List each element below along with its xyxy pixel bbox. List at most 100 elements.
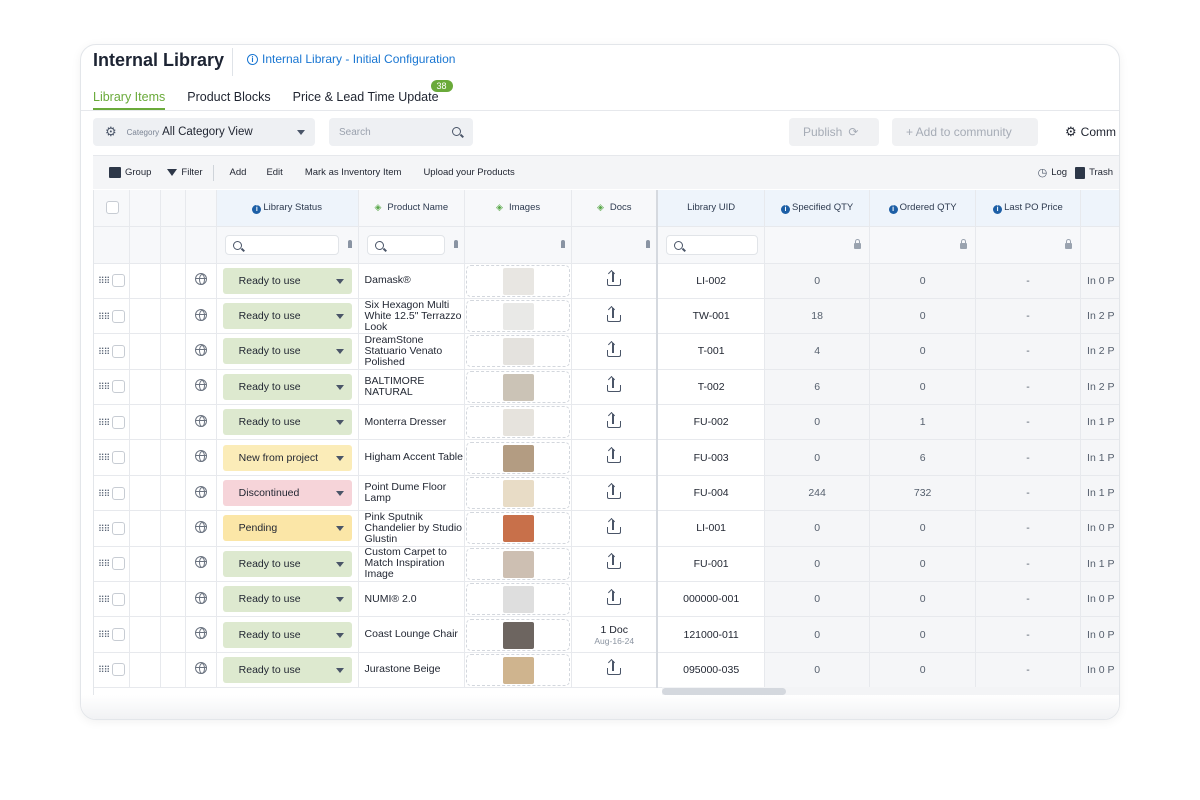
- product-thumbnail[interactable]: [503, 267, 535, 295]
- column-header-last-po-price[interactable]: i Last PO Price: [975, 190, 1082, 227]
- table-row[interactable]: ⠿⠿ Ready to use Coast Lounge Chair 1 Doc Au…: [94, 616, 1119, 653]
- table-row[interactable]: ⠿⠿ Discontinued Point Dume Floor Lamp FU-0…: [94, 475, 1119, 512]
- table-row[interactable]: ⠿⠿ New from project Higham Accent Table FU…: [94, 439, 1119, 476]
- globe-icon[interactable]: [194, 591, 207, 604]
- product-name[interactable]: Custom Carpet to Match Inspiration Image: [359, 547, 464, 580]
- drag-handle-icon[interactable]: ⠿⠿: [98, 665, 110, 675]
- globe-icon[interactable]: [194, 662, 207, 675]
- image-dropzone[interactable]: [466, 512, 571, 545]
- column-header-library-uid[interactable]: Library UID: [657, 190, 765, 227]
- product-name[interactable]: Monterra Dresser: [359, 416, 464, 428]
- doc-count[interactable]: 1 Doc: [572, 624, 655, 636]
- image-dropzone[interactable]: [466, 547, 571, 580]
- config-link[interactable]: i Internal Library - Initial Configurati…: [247, 52, 455, 66]
- pin-icon[interactable]: [347, 239, 352, 248]
- table-row[interactable]: ⠿⠿ Ready to use Monterra Dresser FU-002 0 1 -…: [94, 404, 1119, 441]
- image-dropzone[interactable]: [466, 335, 571, 368]
- status-filter-input[interactable]: [224, 234, 339, 255]
- row-checkbox[interactable]: [112, 521, 126, 535]
- product-name[interactable]: Pink Sputnik Chandelier by Studio Glusti…: [359, 511, 464, 545]
- status-dropdown[interactable]: New from project: [222, 444, 352, 471]
- row-checkbox[interactable]: [112, 486, 126, 500]
- image-dropzone[interactable]: [466, 370, 571, 403]
- product-thumbnail[interactable]: [503, 338, 535, 366]
- column-header-specified-qty[interactable]: i Specified QTY: [764, 190, 871, 227]
- trash-button[interactable]: Trash: [1075, 166, 1113, 179]
- status-dropdown[interactable]: Ready to use: [222, 656, 352, 683]
- image-dropzone[interactable]: [466, 406, 571, 439]
- upload-icon[interactable]: [607, 659, 622, 676]
- table-row[interactable]: ⠿⠿ Ready to use Damask® LI-002 0 0 - In 0 P: [94, 263, 1119, 299]
- drag-handle-icon[interactable]: ⠿⠿: [98, 417, 110, 427]
- globe-icon[interactable]: [194, 414, 207, 427]
- row-checkbox[interactable]: [112, 663, 126, 677]
- drag-handle-icon[interactable]: ⠿⠿: [98, 275, 110, 285]
- drag-handle-icon[interactable]: ⠿⠿: [98, 311, 110, 321]
- image-dropzone[interactable]: [466, 653, 571, 686]
- name-filter-input[interactable]: [366, 234, 445, 255]
- product-thumbnail[interactable]: [503, 656, 535, 684]
- horizontal-scrollbar[interactable]: [662, 688, 786, 695]
- product-thumbnail[interactable]: [503, 515, 535, 543]
- upload-icon[interactable]: [607, 553, 622, 570]
- column-header-library-status[interactable]: i Library Status: [216, 190, 359, 227]
- drag-handle-icon[interactable]: ⠿⠿: [98, 523, 110, 533]
- globe-icon[interactable]: [194, 450, 207, 463]
- status-dropdown[interactable]: Pending: [222, 515, 352, 542]
- row-checkbox[interactable]: [112, 274, 126, 288]
- product-thumbnail[interactable]: [503, 586, 535, 614]
- product-name[interactable]: Damask®: [359, 275, 464, 286]
- drag-handle-icon[interactable]: ⠿⠿: [98, 629, 110, 639]
- globe-icon[interactable]: [194, 343, 207, 356]
- image-dropzone[interactable]: [466, 264, 571, 297]
- product-name[interactable]: Higham Accent Table: [359, 452, 464, 463]
- table-row[interactable]: ⠿⠿ Ready to use Custom Carpet to Match In…: [94, 546, 1119, 583]
- row-checkbox[interactable]: [112, 309, 126, 323]
- drag-handle-icon[interactable]: ⠿⠿: [98, 452, 110, 462]
- log-button[interactable]: ◷ Log: [1038, 166, 1067, 179]
- status-dropdown[interactable]: Ready to use: [222, 621, 352, 648]
- upload-icon[interactable]: [607, 517, 622, 534]
- edit-button[interactable]: Edit: [266, 167, 282, 178]
- product-thumbnail[interactable]: [503, 373, 535, 401]
- drag-handle-icon[interactable]: ⠿⠿: [98, 488, 110, 498]
- table-row[interactable]: ⠿⠿ Ready to use BALTIMORE NATURAL T-002 6 0 -…: [94, 369, 1119, 406]
- status-dropdown[interactable]: Ready to use: [222, 303, 352, 330]
- product-name[interactable]: Jurastone Beige: [359, 664, 464, 675]
- globe-icon[interactable]: [194, 485, 207, 498]
- column-header-product-name[interactable]: ◈ Product Name: [358, 190, 466, 227]
- status-dropdown[interactable]: Ready to use: [222, 267, 352, 294]
- image-dropzone[interactable]: [466, 477, 571, 510]
- drag-handle-icon[interactable]: ⠿⠿: [98, 346, 110, 356]
- upload-icon[interactable]: [607, 270, 622, 287]
- community-button[interactable]: ⚙ Comm: [1065, 118, 1116, 146]
- table-row[interactable]: ⠿⠿ Pending Pink Sputnik Chandelier by Stu…: [94, 510, 1119, 547]
- upload-icon[interactable]: [607, 447, 622, 464]
- upload-icon[interactable]: [607, 588, 622, 605]
- product-thumbnail[interactable]: [503, 621, 535, 649]
- upload-icon[interactable]: [607, 482, 622, 499]
- status-dropdown[interactable]: Discontinued: [222, 480, 352, 507]
- product-thumbnail[interactable]: [503, 480, 535, 508]
- product-name[interactable]: Coast Lounge Chair: [359, 629, 464, 640]
- globe-icon[interactable]: [194, 308, 207, 321]
- upload-icon[interactable]: [607, 376, 622, 393]
- image-dropzone[interactable]: [466, 300, 571, 333]
- table-row[interactable]: ⠿⠿ Ready to use DreamStone Statuario Vena…: [94, 333, 1119, 370]
- product-thumbnail[interactable]: [503, 444, 535, 472]
- globe-icon[interactable]: [194, 273, 207, 286]
- product-thumbnail[interactable]: [503, 550, 535, 578]
- pin-icon[interactable]: [561, 239, 566, 248]
- drag-handle-icon[interactable]: ⠿⠿: [98, 559, 110, 569]
- category-select[interactable]: ⚙ Category All Category View: [93, 118, 315, 146]
- select-all-checkbox[interactable]: [106, 201, 119, 215]
- image-dropzone[interactable]: [466, 441, 571, 474]
- tab-product-blocks[interactable]: Product Blocks: [187, 90, 270, 110]
- pin-icon[interactable]: [646, 239, 651, 248]
- search-icon[interactable]: [452, 127, 461, 136]
- mark-inventory-button[interactable]: Mark as Inventory Item: [305, 167, 402, 178]
- row-checkbox[interactable]: [112, 451, 126, 465]
- status-dropdown[interactable]: Ready to use: [222, 373, 352, 400]
- search-input[interactable]: [329, 118, 439, 146]
- add-to-community-button[interactable]: + Add to community: [892, 118, 1038, 146]
